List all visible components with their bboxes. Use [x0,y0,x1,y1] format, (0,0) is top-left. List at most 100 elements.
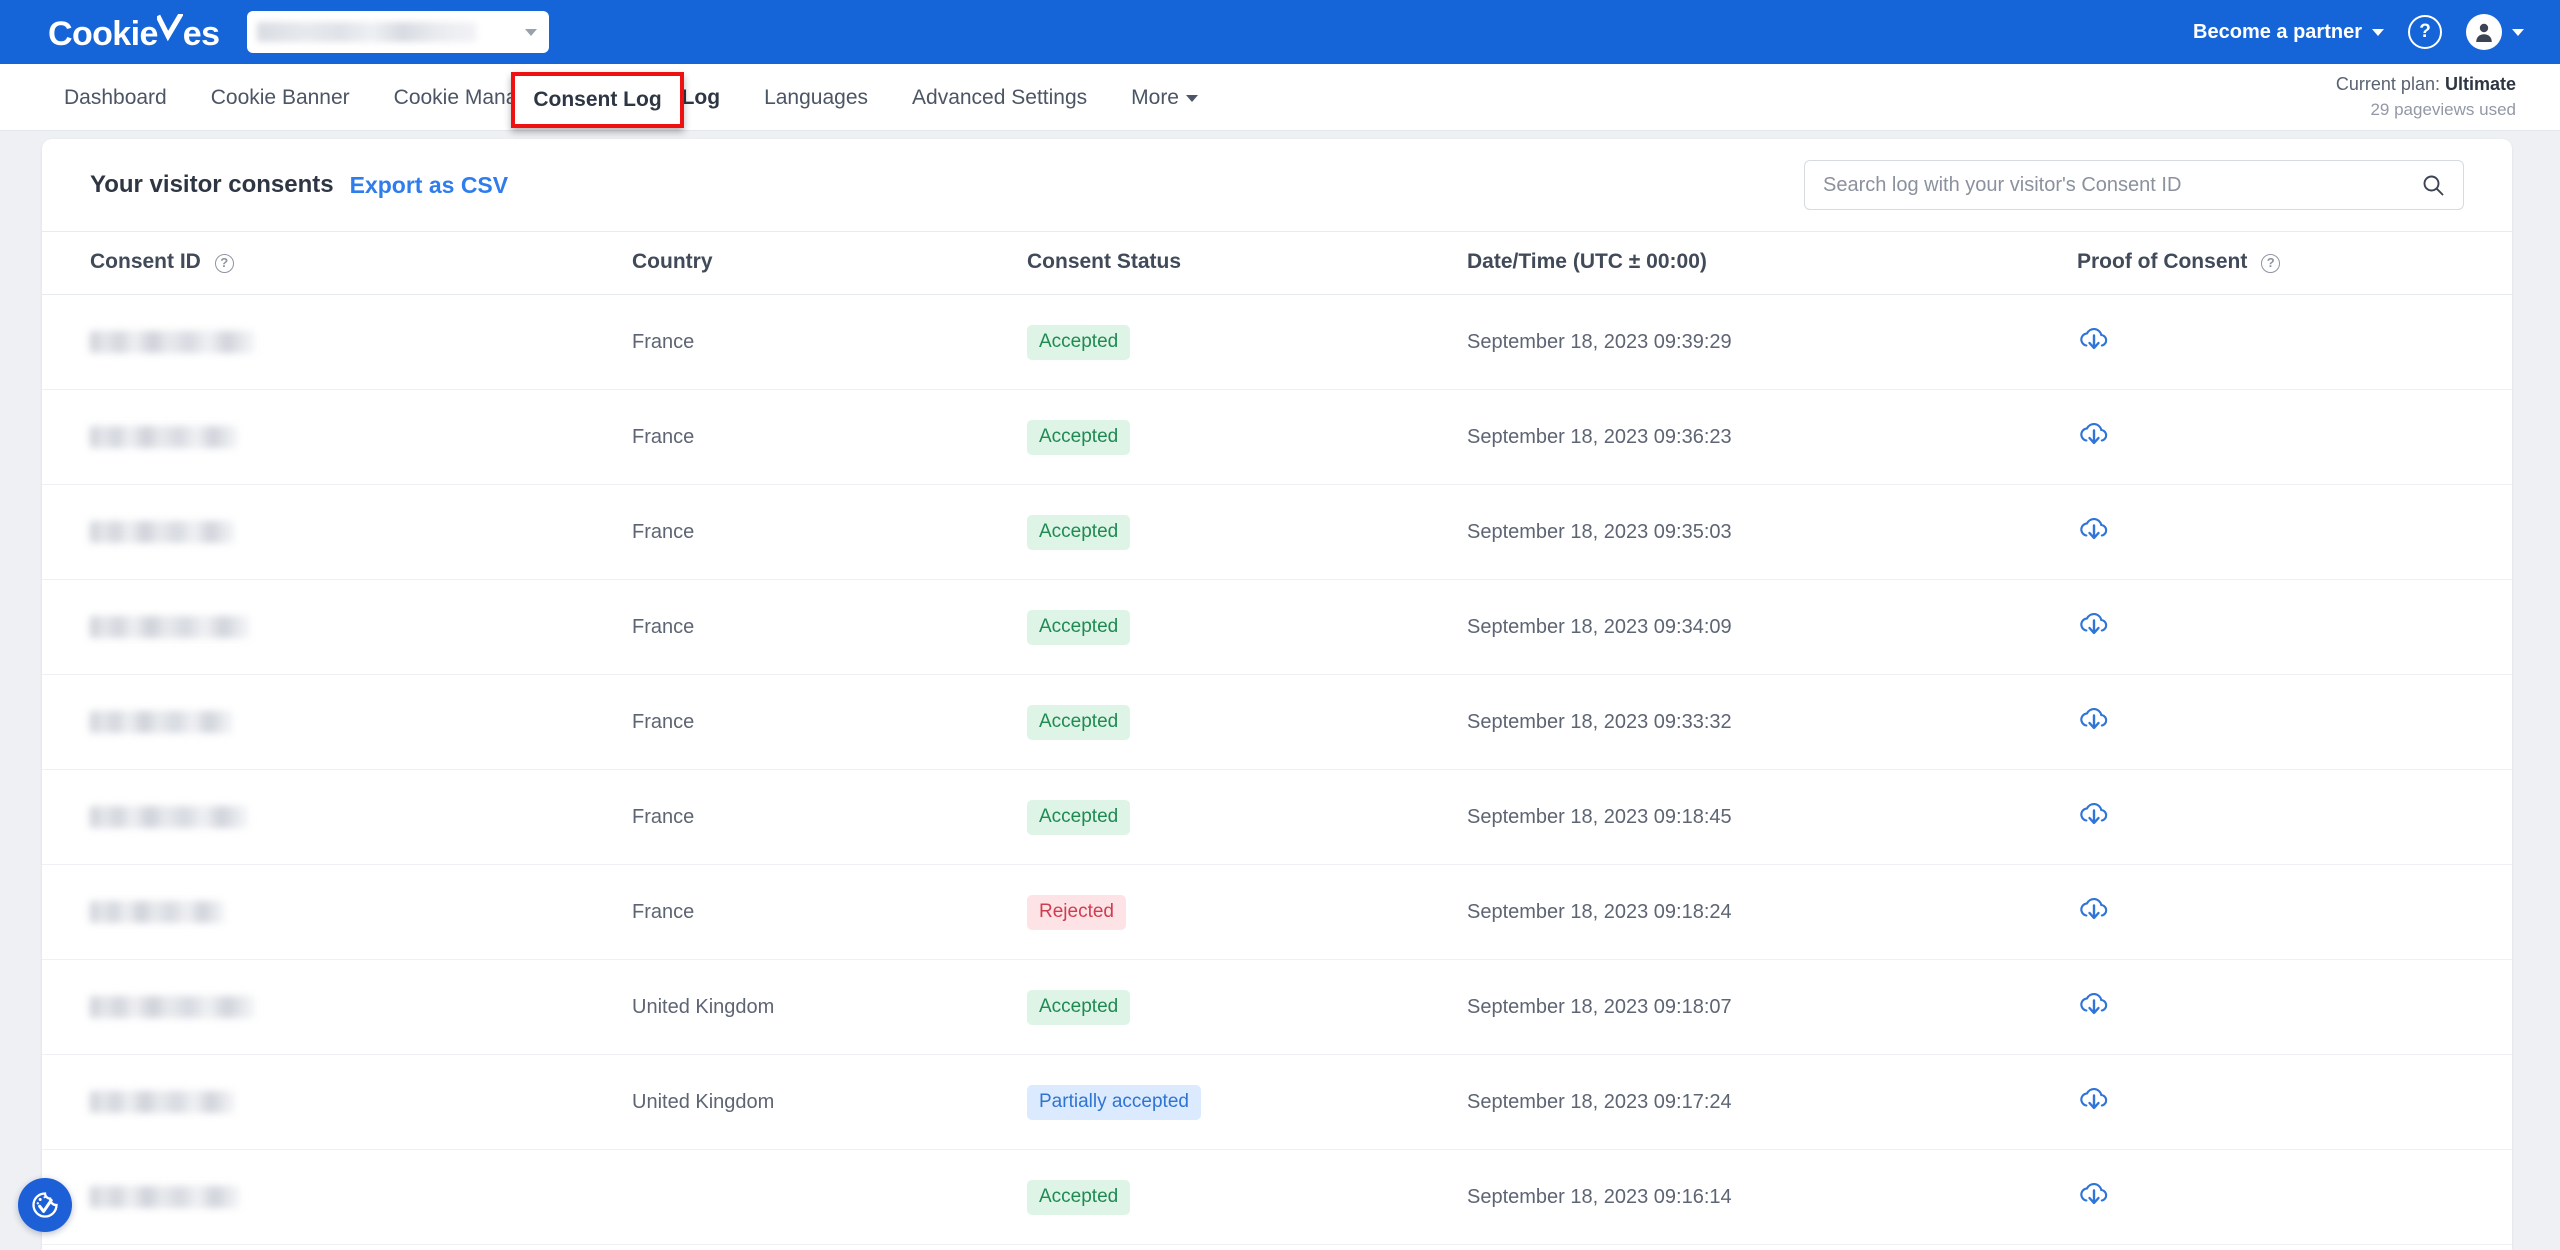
nav-item-languages[interactable]: Languages [742,64,890,131]
table-row[interactable]: United Kingdom Accepted September 18, 2023… [42,959,2512,1055]
search-icon[interactable] [2421,173,2445,197]
consent-log-card: Your visitor consents Export as CSV Cons… [42,139,2512,1250]
info-icon[interactable]: ? [2261,254,2281,273]
page-title: Your visitor consents [90,171,334,198]
consent-id-redacted [90,996,255,1018]
cell-consent-id [42,1054,632,1150]
download-cloud-icon[interactable] [2077,417,2111,451]
search-box[interactable] [1804,160,2464,210]
download-proof-button[interactable] [2077,987,2111,1027]
cell-country: France [632,674,1027,770]
caret-down-icon [1186,94,1198,102]
consent-id-redacted [90,806,248,828]
consent-id-redacted [90,1186,240,1208]
status-badge: Accepted [1027,419,1131,455]
download-cloud-icon[interactable] [2077,797,2111,831]
top-bar: Cookie es Become a partner ? [0,0,2560,64]
table-row[interactable]: United Kingdom Partially accepted Septembe… [42,1054,2512,1150]
cell-consent-status: Accepted [1027,959,1467,1055]
download-proof-button[interactable] [2077,512,2111,552]
help-icon[interactable]: ? [2408,15,2442,49]
cell-consent-id [42,864,632,960]
download-cloud-icon[interactable] [2077,892,2111,926]
download-proof-button[interactable] [2077,892,2111,932]
status-badge: Accepted [1027,609,1131,645]
table-row[interactable]: Accepted September 18, 2023 09:16:14 [42,1149,2512,1245]
cell-country: France [632,579,1027,675]
download-proof-button[interactable] [2077,322,2111,362]
logo-text-first: Cookie [48,14,158,53]
cell-consent-id [42,579,632,675]
download-cloud-icon[interactable] [2077,1177,2111,1211]
consent-id-redacted [90,616,250,638]
consent-id-redacted [90,331,255,353]
column-header-consent-id: Consent ID ? [42,231,632,295]
table-row[interactable]: France Accepted September 18, 2023 09:36:2… [42,389,2512,485]
primary-nav-bar: Dashboard Cookie Banner Cookie Manager Cons… [0,64,2560,131]
nav-item-label: Dashboard [64,86,167,109]
table-header: Consent ID ? Country Consent Status Date… [42,231,2512,295]
download-proof-button[interactable] [2077,417,2111,457]
table-row[interactable]: France Rejected September 18, 2023 09:18:2… [42,864,2512,960]
site-selector-dropdown[interactable] [247,11,550,53]
table-row[interactable]: France Accepted September 18, 2023 09:35:0… [42,484,2512,580]
table-row[interactable]: France Accepted September 18, 2023 09:33:3… [42,674,2512,770]
cell-country: United Kingdom [632,959,1027,1055]
download-cloud-icon[interactable] [2077,1082,2111,1116]
help-icon-glyph: ? [2419,21,2431,42]
cell-country: United Kingdom [632,1054,1027,1150]
account-menu[interactable] [2466,14,2524,50]
cell-consent-status: Accepted [1027,674,1467,770]
site-selector-value-redacted [257,22,478,42]
cell-consent-status: Accepted [1027,579,1467,675]
download-proof-button[interactable] [2077,607,2111,647]
download-cloud-icon[interactable] [2077,607,2111,641]
status-badge: Accepted [1027,324,1131,360]
download-proof-button[interactable] [2077,1177,2111,1217]
nav-item-dashboard[interactable]: Dashboard [42,64,189,131]
cell-proof-of-consent [2077,1054,2512,1150]
nav-item-cookie-banner[interactable]: Cookie Banner [189,64,372,131]
top-bar-right: Become a partner ? [2193,14,2524,50]
cell-consent-status: Rejected [1027,864,1467,960]
card-header: Your visitor consents Export as CSV [42,139,2512,231]
logo-text-last: es [182,14,220,53]
download-proof-button[interactable] [2077,702,2111,742]
download-cloud-icon[interactable] [2077,322,2111,356]
nav-item-label: Languages [764,86,869,109]
nav-item-advanced-settings[interactable]: Advanced Settings [890,64,1109,131]
info-icon[interactable]: ? [214,254,234,273]
cell-datetime: September 18, 2023 09:36:23 [1467,389,2077,485]
cell-datetime: September 18, 2023 09:18:07 [1467,959,2077,1055]
download-cloud-icon[interactable] [2077,987,2111,1021]
cell-consent-status: Accepted [1027,484,1467,580]
download-proof-button[interactable] [2077,1082,2111,1122]
search-input[interactable] [1823,173,2421,197]
table-body: France Accepted September 18, 2023 09:39:2… [42,294,2512,1245]
cookie-consent-widget-button[interactable] [18,1178,72,1232]
table-row[interactable]: France Accepted September 18, 2023 09:39:2… [42,294,2512,390]
cell-proof-of-consent [2077,864,2512,960]
download-proof-button[interactable] [2077,797,2111,837]
table-row[interactable]: France Accepted September 18, 2023 09:18:4… [42,769,2512,865]
cell-consent-id [42,769,632,865]
table-row[interactable]: France Accepted September 18, 2023 09:34:0… [42,579,2512,675]
cell-proof-of-consent [2077,769,2512,865]
status-badge: Accepted [1027,1179,1131,1215]
cookieyes-logo[interactable]: Cookie es [48,11,220,54]
download-cloud-icon[interactable] [2077,702,2111,736]
export-as-csv-link[interactable]: Export as CSV [350,172,509,199]
become-a-partner-label: Become a partner [2193,20,2362,43]
tab-consent-log-highlighted[interactable]: Consent Log [511,72,684,128]
become-a-partner-menu[interactable]: Become a partner [2193,21,2384,44]
avatar [2466,14,2502,50]
cell-consent-status: Accepted [1027,1149,1467,1245]
cell-proof-of-consent [2077,294,2512,390]
consent-log-table: Consent ID ? Country Consent Status Date… [42,231,2512,1245]
cookie-check-icon [32,1192,58,1218]
nav-item-more[interactable]: More [1109,64,1220,131]
logo-checkmark-y-icon [156,11,183,45]
cell-consent-id [42,389,632,485]
download-cloud-icon[interactable] [2077,512,2111,546]
nav-item-label: Advanced Settings [912,86,1088,109]
